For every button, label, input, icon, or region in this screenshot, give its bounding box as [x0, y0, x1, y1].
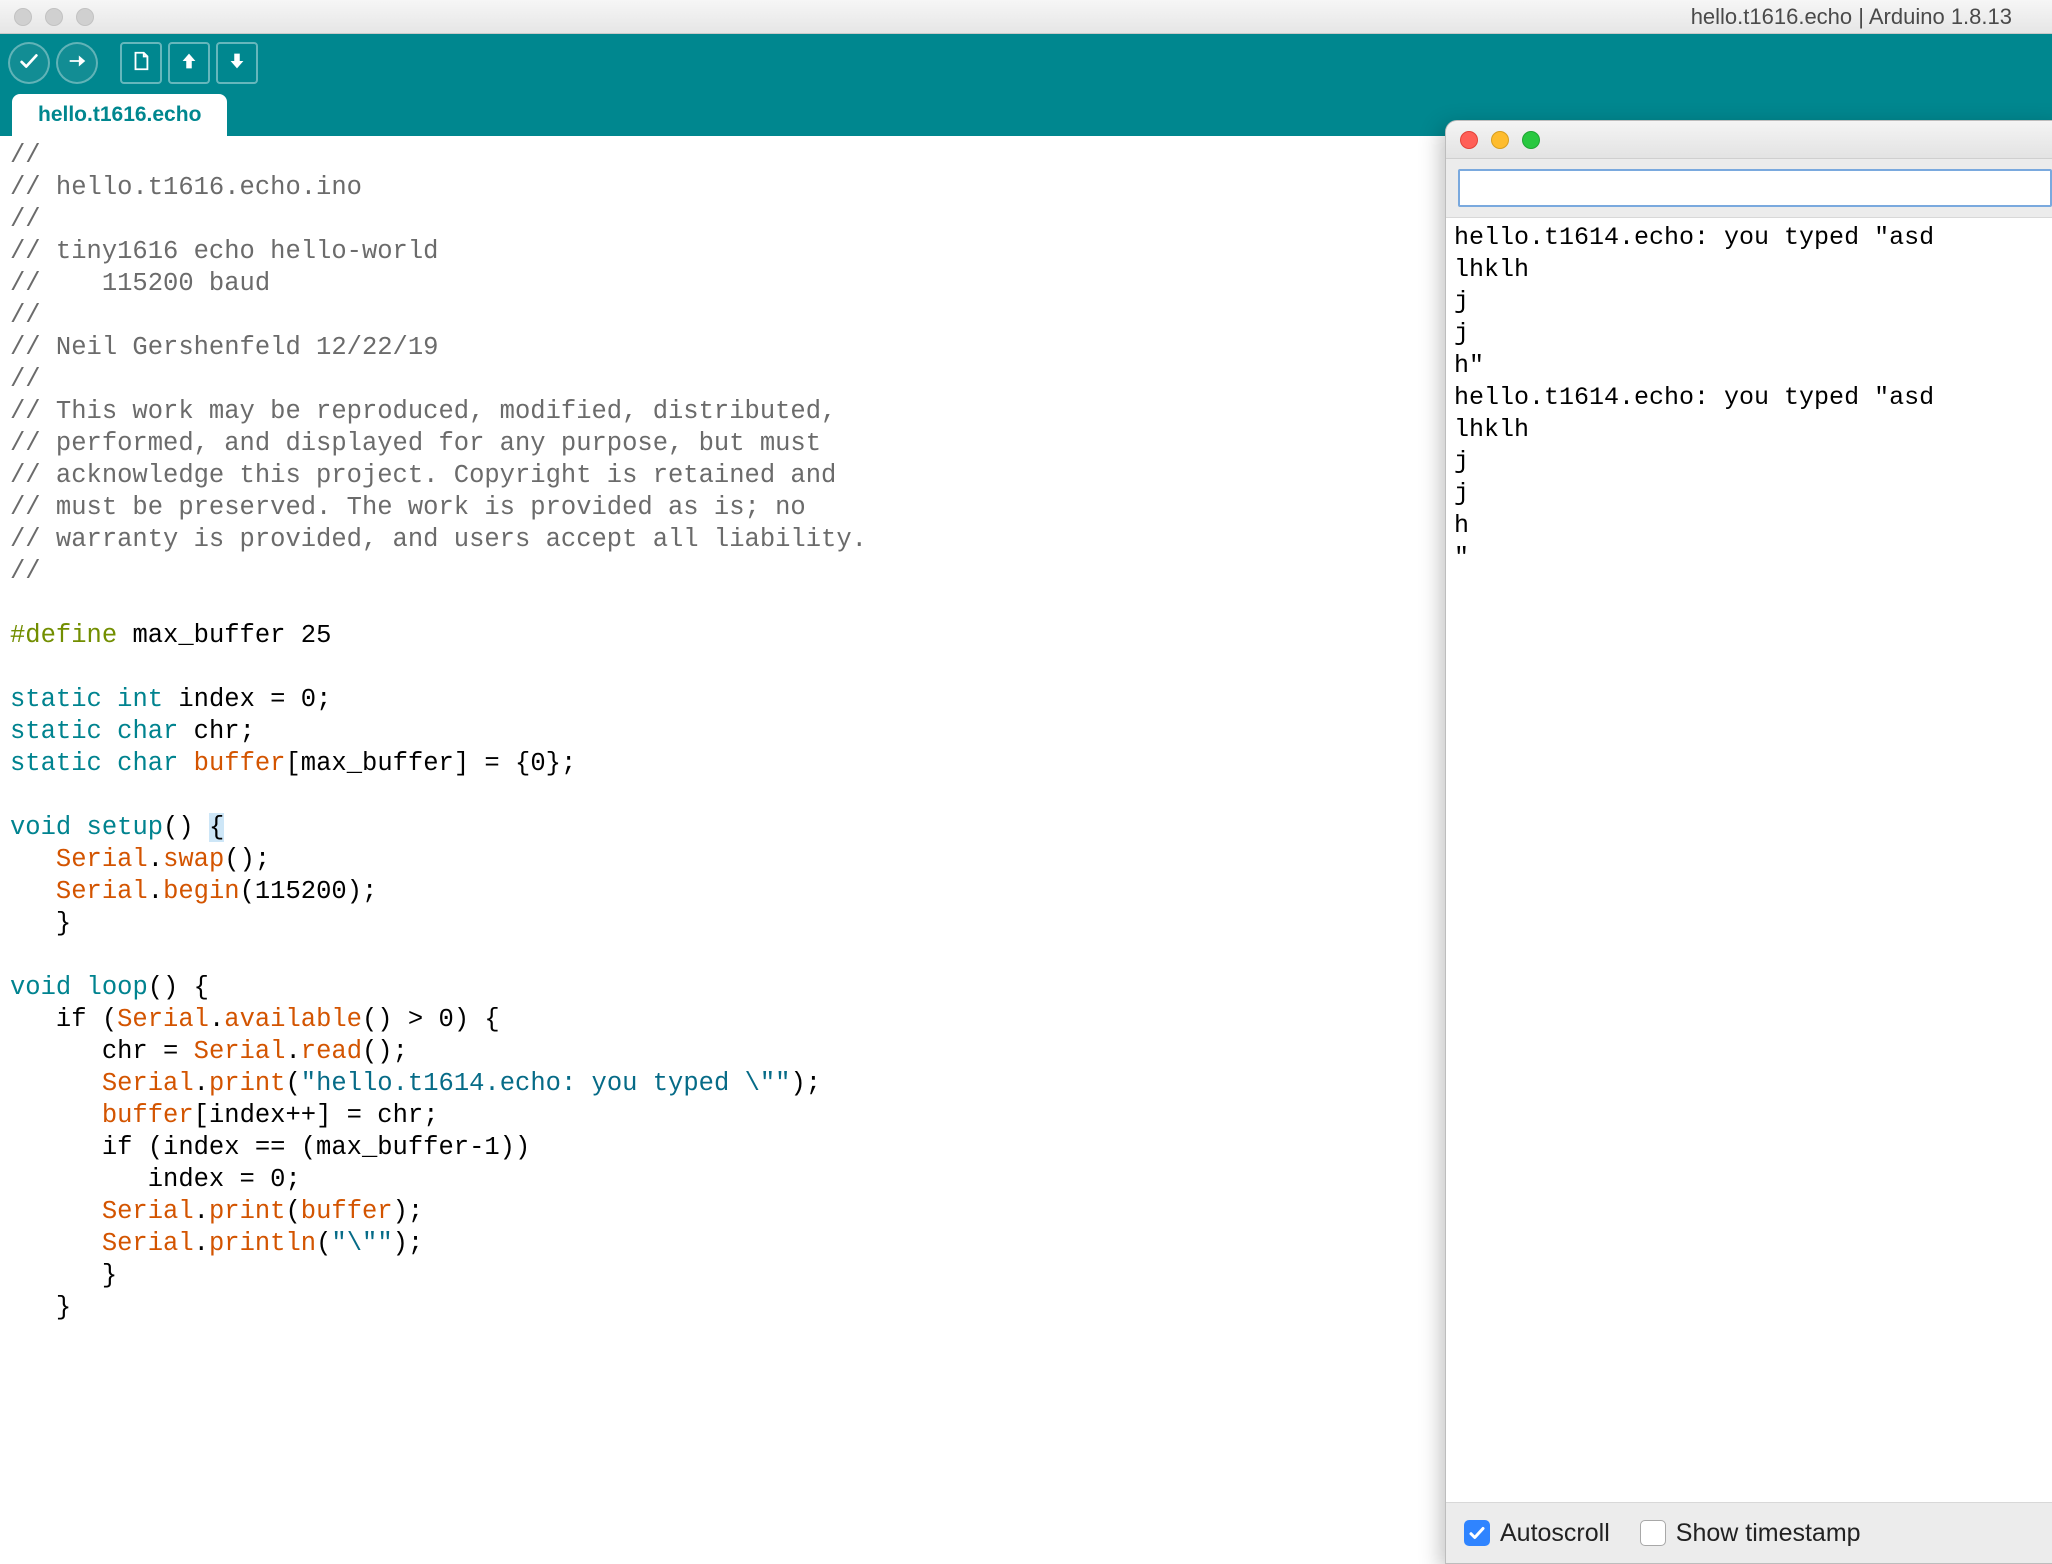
- close-window-button[interactable]: [14, 8, 32, 26]
- serial-minimize-button[interactable]: [1491, 131, 1509, 149]
- checkbox-unchecked-icon: [1640, 1520, 1666, 1546]
- arduino-toolbar: [0, 34, 2052, 92]
- serial-monitor-window: hello.t1614.echo: you typed "asd lhklh j…: [1445, 120, 2052, 1564]
- new-sketch-button[interactable]: [120, 42, 162, 84]
- open-sketch-button[interactable]: [168, 42, 210, 84]
- window-title: hello.t1616.echo | Arduino 1.8.13: [1691, 4, 2012, 30]
- autoscroll-checkbox[interactable]: Autoscroll: [1464, 1519, 1610, 1548]
- serial-footer: Autoscroll Show timestamp: [1446, 1503, 2052, 1563]
- minimize-window-button[interactable]: [45, 8, 63, 26]
- main-titlebar: hello.t1616.echo | Arduino 1.8.13: [0, 0, 2052, 34]
- arrow-up-icon: [178, 50, 200, 77]
- arrow-right-icon: [66, 50, 88, 77]
- checkbox-checked-icon: [1464, 1520, 1490, 1546]
- file-icon: [130, 50, 152, 77]
- serial-zoom-button[interactable]: [1522, 131, 1540, 149]
- autoscroll-label: Autoscroll: [1500, 1519, 1610, 1548]
- timestamp-label: Show timestamp: [1676, 1519, 1861, 1548]
- arrow-down-icon: [226, 50, 248, 77]
- serial-send-input[interactable]: [1458, 169, 2052, 207]
- check-icon: [18, 50, 40, 77]
- save-sketch-button[interactable]: [216, 42, 258, 84]
- zoom-window-button[interactable]: [76, 8, 94, 26]
- serial-titlebar: [1446, 121, 2052, 159]
- timestamp-checkbox[interactable]: Show timestamp: [1640, 1519, 1861, 1548]
- main-traffic-lights: [14, 8, 94, 26]
- serial-input-row: [1446, 159, 2052, 217]
- verify-button[interactable]: [8, 42, 50, 84]
- serial-close-button[interactable]: [1460, 131, 1478, 149]
- tab-hello-t1616-echo[interactable]: hello.t1616.echo: [12, 94, 227, 136]
- serial-output-area[interactable]: hello.t1614.echo: you typed "asd lhklh j…: [1446, 217, 2052, 1503]
- upload-button[interactable]: [56, 42, 98, 84]
